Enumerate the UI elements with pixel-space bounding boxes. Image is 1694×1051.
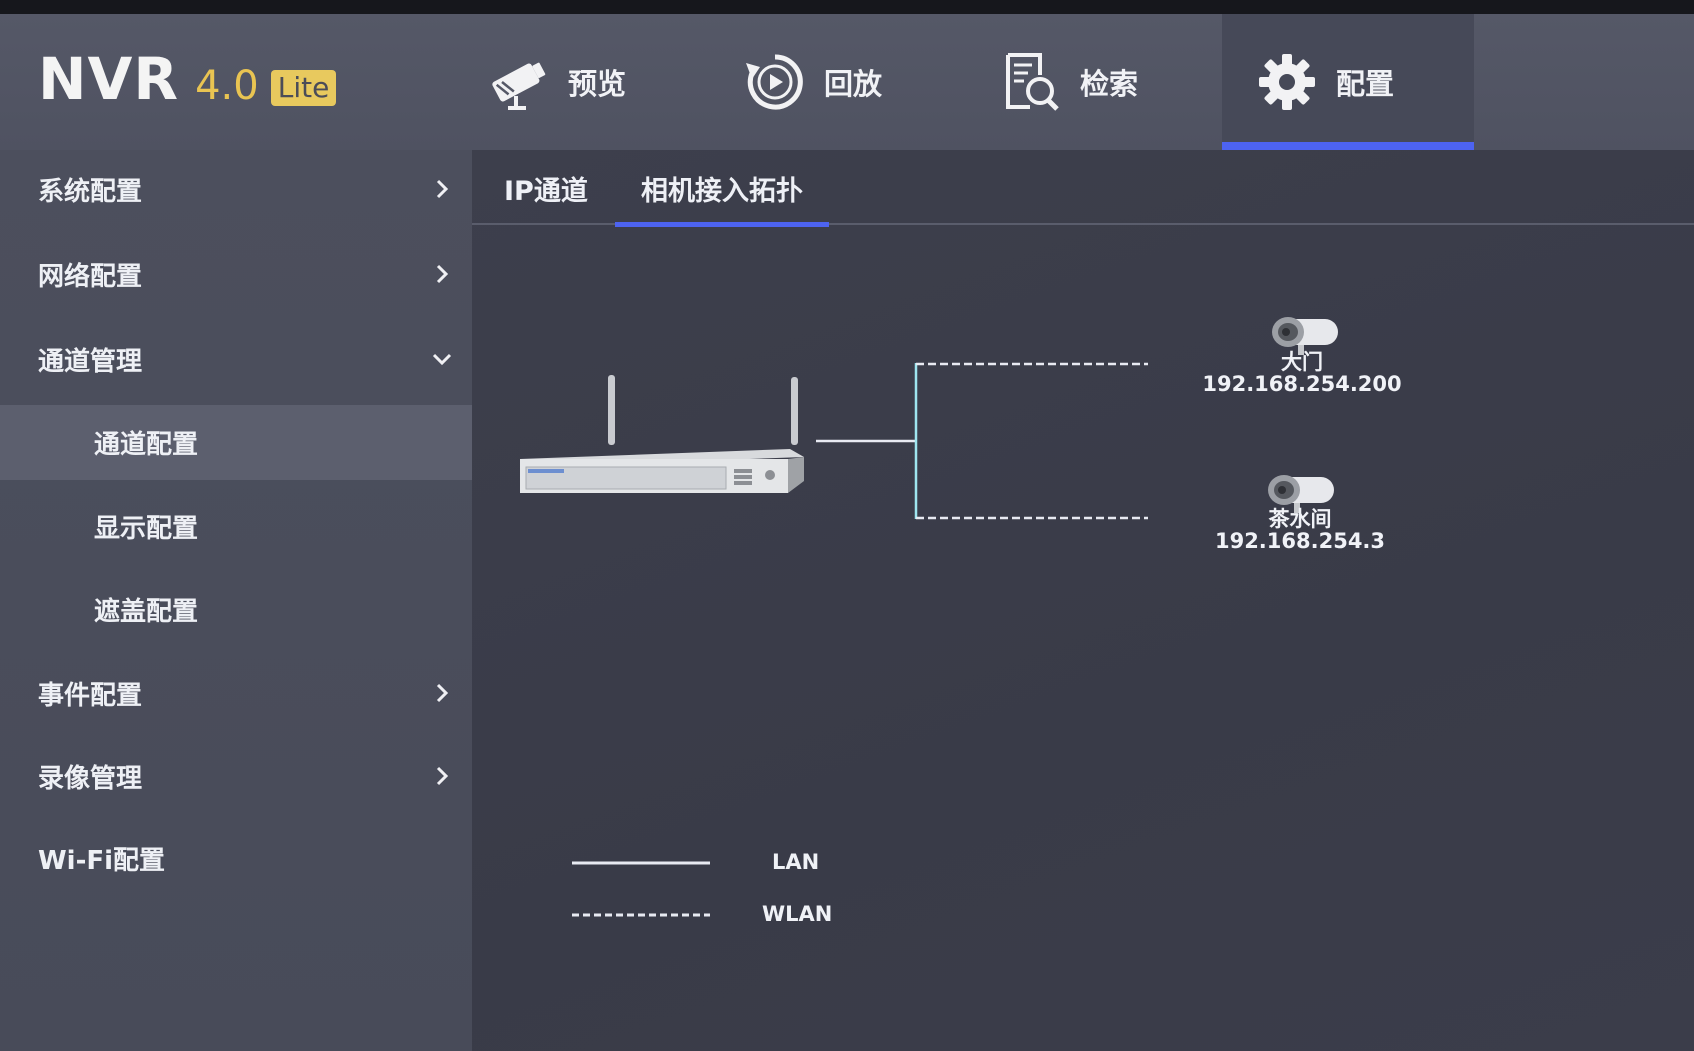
topology-diagram: 大门 192.168.254.200 茶水间 192.168.254.3 LAN… [472,225,1694,1051]
chevron-right-icon [436,766,449,786]
nav-config-label: 配置 [1336,67,1395,101]
camera-ip: 192.168.254.200 [1202,372,1402,396]
playback-icon [740,47,810,117]
top-bar: NVR 4.0 Lite 预览 回放 检索 配置 [0,14,1694,152]
gear-icon [1252,47,1322,117]
sidebar-item-label: 录像管理 [38,763,143,794]
tab-camera-topology[interactable]: 相机接入拓扑 [615,170,829,227]
logo-text: NVR [38,45,180,113]
chevron-right-icon [436,179,449,199]
screen-bezel [0,0,1694,14]
tab-ip-channel[interactable]: IP通道 [472,170,620,225]
main-panel: IP通道 相机接入拓扑 大门 192.168.254.200 茶水间 192.1… [472,150,1694,1051]
camera-name: 大门 [1281,350,1323,374]
legend-wlan-label: WLAN [762,902,833,926]
search-icon [996,47,1066,117]
sidebar-item-mask-config[interactable]: 遮盖配置 [0,570,472,648]
sidebar-item-event-config[interactable]: 事件配置 [0,654,472,732]
nav-config[interactable]: 配置 [1222,14,1474,152]
topology-canvas [520,317,1338,917]
sidebar-item-label: Wi-Fi配置 [38,845,166,876]
nav-preview[interactable]: 预览 [484,14,704,150]
logo-edition-badge: Lite [270,70,337,106]
app-logo: NVR 4.0 Lite [38,45,337,113]
sidebar-item-display-config[interactable]: 显示配置 [0,487,472,565]
sidebar-item-label: 网络配置 [38,261,143,292]
camera-node-2[interactable]: 茶水间 192.168.254.3 [1200,508,1400,552]
sidebar: 系统配置 网络配置 通道管理 通道配置 显示配置 遮盖配置 事件配置 录像管理 … [0,150,472,1051]
sidebar-item-label: 通道管理 [38,346,143,377]
sidebar-item-label: 显示配置 [94,513,199,544]
sidebar-item-wifi-config[interactable]: Wi-Fi配置 [0,819,472,897]
chevron-right-icon [436,683,449,703]
sidebar-item-label: 通道配置 [94,430,199,460]
sidebar-item-network-config[interactable]: 网络配置 [0,235,472,313]
sidebar-item-channel-config[interactable]: 通道配置 [0,405,472,480]
sidebar-item-recording-management[interactable]: 录像管理 [0,737,472,815]
camera-ip: 192.168.254.3 [1214,529,1386,553]
sidebar-item-label: 遮盖配置 [94,596,199,627]
nvr-device-icon [520,375,804,493]
chevron-down-icon [432,353,452,366]
sidebar-item-label: 事件配置 [38,680,143,711]
sidebar-item-channel-management[interactable]: 通道管理 [0,320,472,398]
tab-bar: IP通道 相机接入拓扑 [472,150,1694,227]
chevron-right-icon [436,264,449,284]
nav-playback[interactable]: 回放 [740,14,960,150]
nav-preview-label: 预览 [568,67,627,101]
camera-icon [484,47,554,117]
nav-search-label: 检索 [1080,67,1139,101]
camera-name: 茶水间 [1268,507,1332,531]
nav-playback-label: 回放 [824,67,883,101]
nav-search[interactable]: 检索 [996,14,1216,150]
sidebar-item-label: 系统配置 [38,176,143,207]
camera-node-1[interactable]: 大门 192.168.254.200 [1202,351,1402,395]
sidebar-item-system-config[interactable]: 系统配置 [0,150,472,228]
legend-lan-label: LAN [772,850,820,874]
logo-version: 4.0 [195,63,259,109]
